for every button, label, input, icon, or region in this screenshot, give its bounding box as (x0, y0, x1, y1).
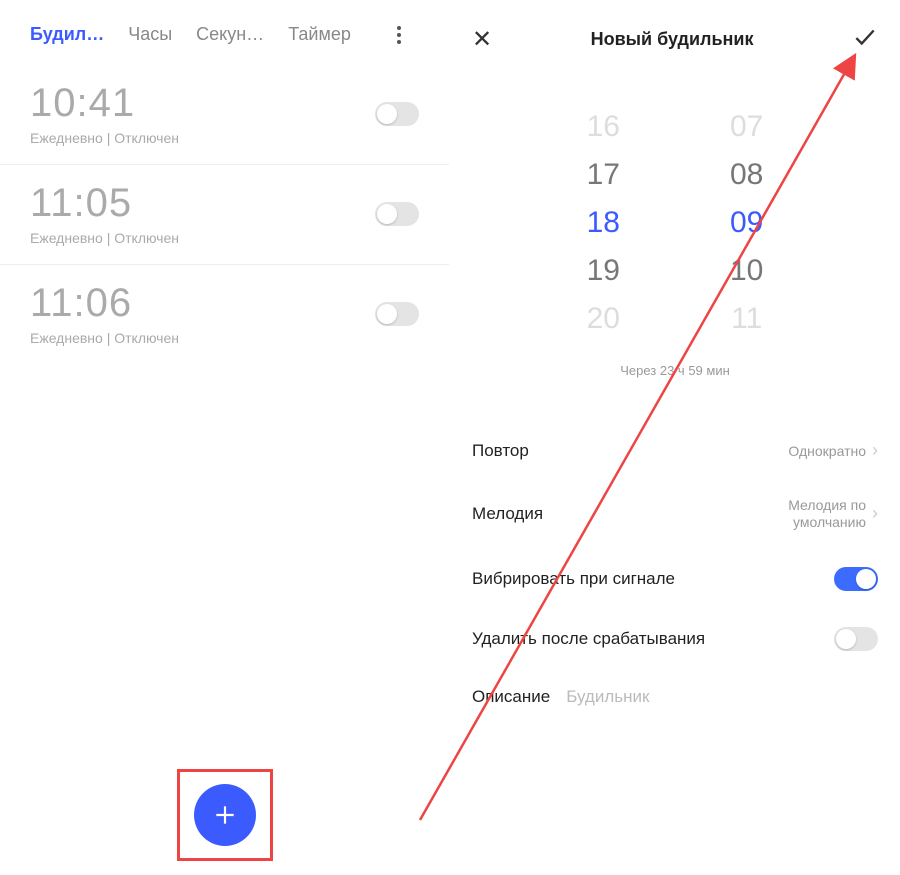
new-alarm-header: ✕ Новый будильник (450, 0, 900, 63)
new-alarm-screen: ✕ Новый будильник 16 17 18 19 20 07 08 0… (450, 0, 900, 875)
picker-value: 17 (587, 151, 620, 199)
alarm-list-screen: Будил… Часы Секун… Таймер 10:41 Ежедневн… (0, 0, 450, 875)
alarm-list: 10:41 Ежедневно | Отключен 11:05 Ежеднев… (0, 55, 449, 364)
description-row[interactable]: Описание Будильник (450, 669, 900, 725)
vibrate-row: Вибрировать при сигнале (450, 549, 900, 609)
ringtone-value: Мелодия по умолчанию (746, 497, 866, 531)
repeat-value: Однократно (788, 443, 866, 459)
picker-value: 07 (730, 103, 763, 151)
tab-timer[interactable]: Таймер (288, 24, 351, 45)
repeat-label: Повтор (472, 441, 529, 461)
tab-stopwatch[interactable]: Секун… (196, 24, 264, 45)
ringtone-label: Мелодия (472, 504, 543, 524)
picker-value: 16 (587, 103, 620, 151)
repeat-row[interactable]: Повтор Однократно › (450, 422, 900, 479)
new-alarm-title: Новый будильник (591, 29, 754, 50)
add-alarm-button[interactable] (194, 784, 256, 846)
picker-value: 08 (730, 151, 763, 199)
alarm-time: 11:05 (30, 181, 179, 226)
ringtone-row[interactable]: Мелодия Мелодия по умолчанию › (450, 479, 900, 549)
tabs-header: Будил… Часы Секун… Таймер (0, 0, 449, 55)
description-input[interactable]: Будильник (566, 687, 649, 707)
picker-value-selected: 09 (730, 199, 763, 247)
alarm-row[interactable]: 11:05 Ежедневно | Отключен (0, 165, 449, 265)
picker-value: 20 (587, 295, 620, 343)
hour-picker[interactable]: 16 17 18 19 20 (587, 103, 620, 343)
alarm-desc: Ежедневно | Отключен (30, 230, 179, 246)
vibrate-label: Вибрировать при сигнале (472, 569, 675, 589)
plus-icon (212, 802, 238, 828)
alarm-toggle[interactable] (375, 302, 419, 326)
tab-clock[interactable]: Часы (128, 24, 172, 45)
alarm-toggle[interactable] (375, 102, 419, 126)
delete-after-row: Удалить после срабатывания (450, 609, 900, 669)
alarm-desc: Ежедневно | Отключен (30, 330, 179, 346)
alarm-desc: Ежедневно | Отключен (30, 130, 179, 146)
alarm-row[interactable]: 11:06 Ежедневно | Отключен (0, 265, 449, 364)
delete-after-toggle[interactable] (834, 627, 878, 651)
delete-after-label: Удалить после срабатывания (472, 629, 705, 649)
vibrate-toggle[interactable] (834, 567, 878, 591)
fab-highlight (177, 769, 273, 861)
picker-value-selected: 18 (587, 199, 620, 247)
alarm-time: 11:06 (30, 281, 179, 326)
chevron-right-icon: › (872, 503, 878, 524)
time-picker[interactable]: 16 17 18 19 20 07 08 09 10 11 (450, 63, 900, 353)
more-icon[interactable] (397, 25, 415, 45)
picker-value: 10 (730, 247, 763, 295)
picker-value: 11 (730, 295, 763, 343)
chevron-right-icon: › (872, 440, 878, 461)
picker-value: 19 (587, 247, 620, 295)
minute-picker[interactable]: 07 08 09 10 11 (730, 103, 763, 343)
close-icon[interactable]: ✕ (472, 25, 492, 54)
tab-alarm[interactable]: Будил… (30, 24, 104, 45)
confirm-icon[interactable] (852, 24, 878, 55)
alarm-toggle[interactable] (375, 202, 419, 226)
time-until-label: Через 23 ч 59 мин (450, 363, 900, 378)
alarm-row[interactable]: 10:41 Ежедневно | Отключен (0, 65, 449, 165)
description-label: Описание (472, 687, 550, 707)
alarm-time: 10:41 (30, 81, 179, 126)
